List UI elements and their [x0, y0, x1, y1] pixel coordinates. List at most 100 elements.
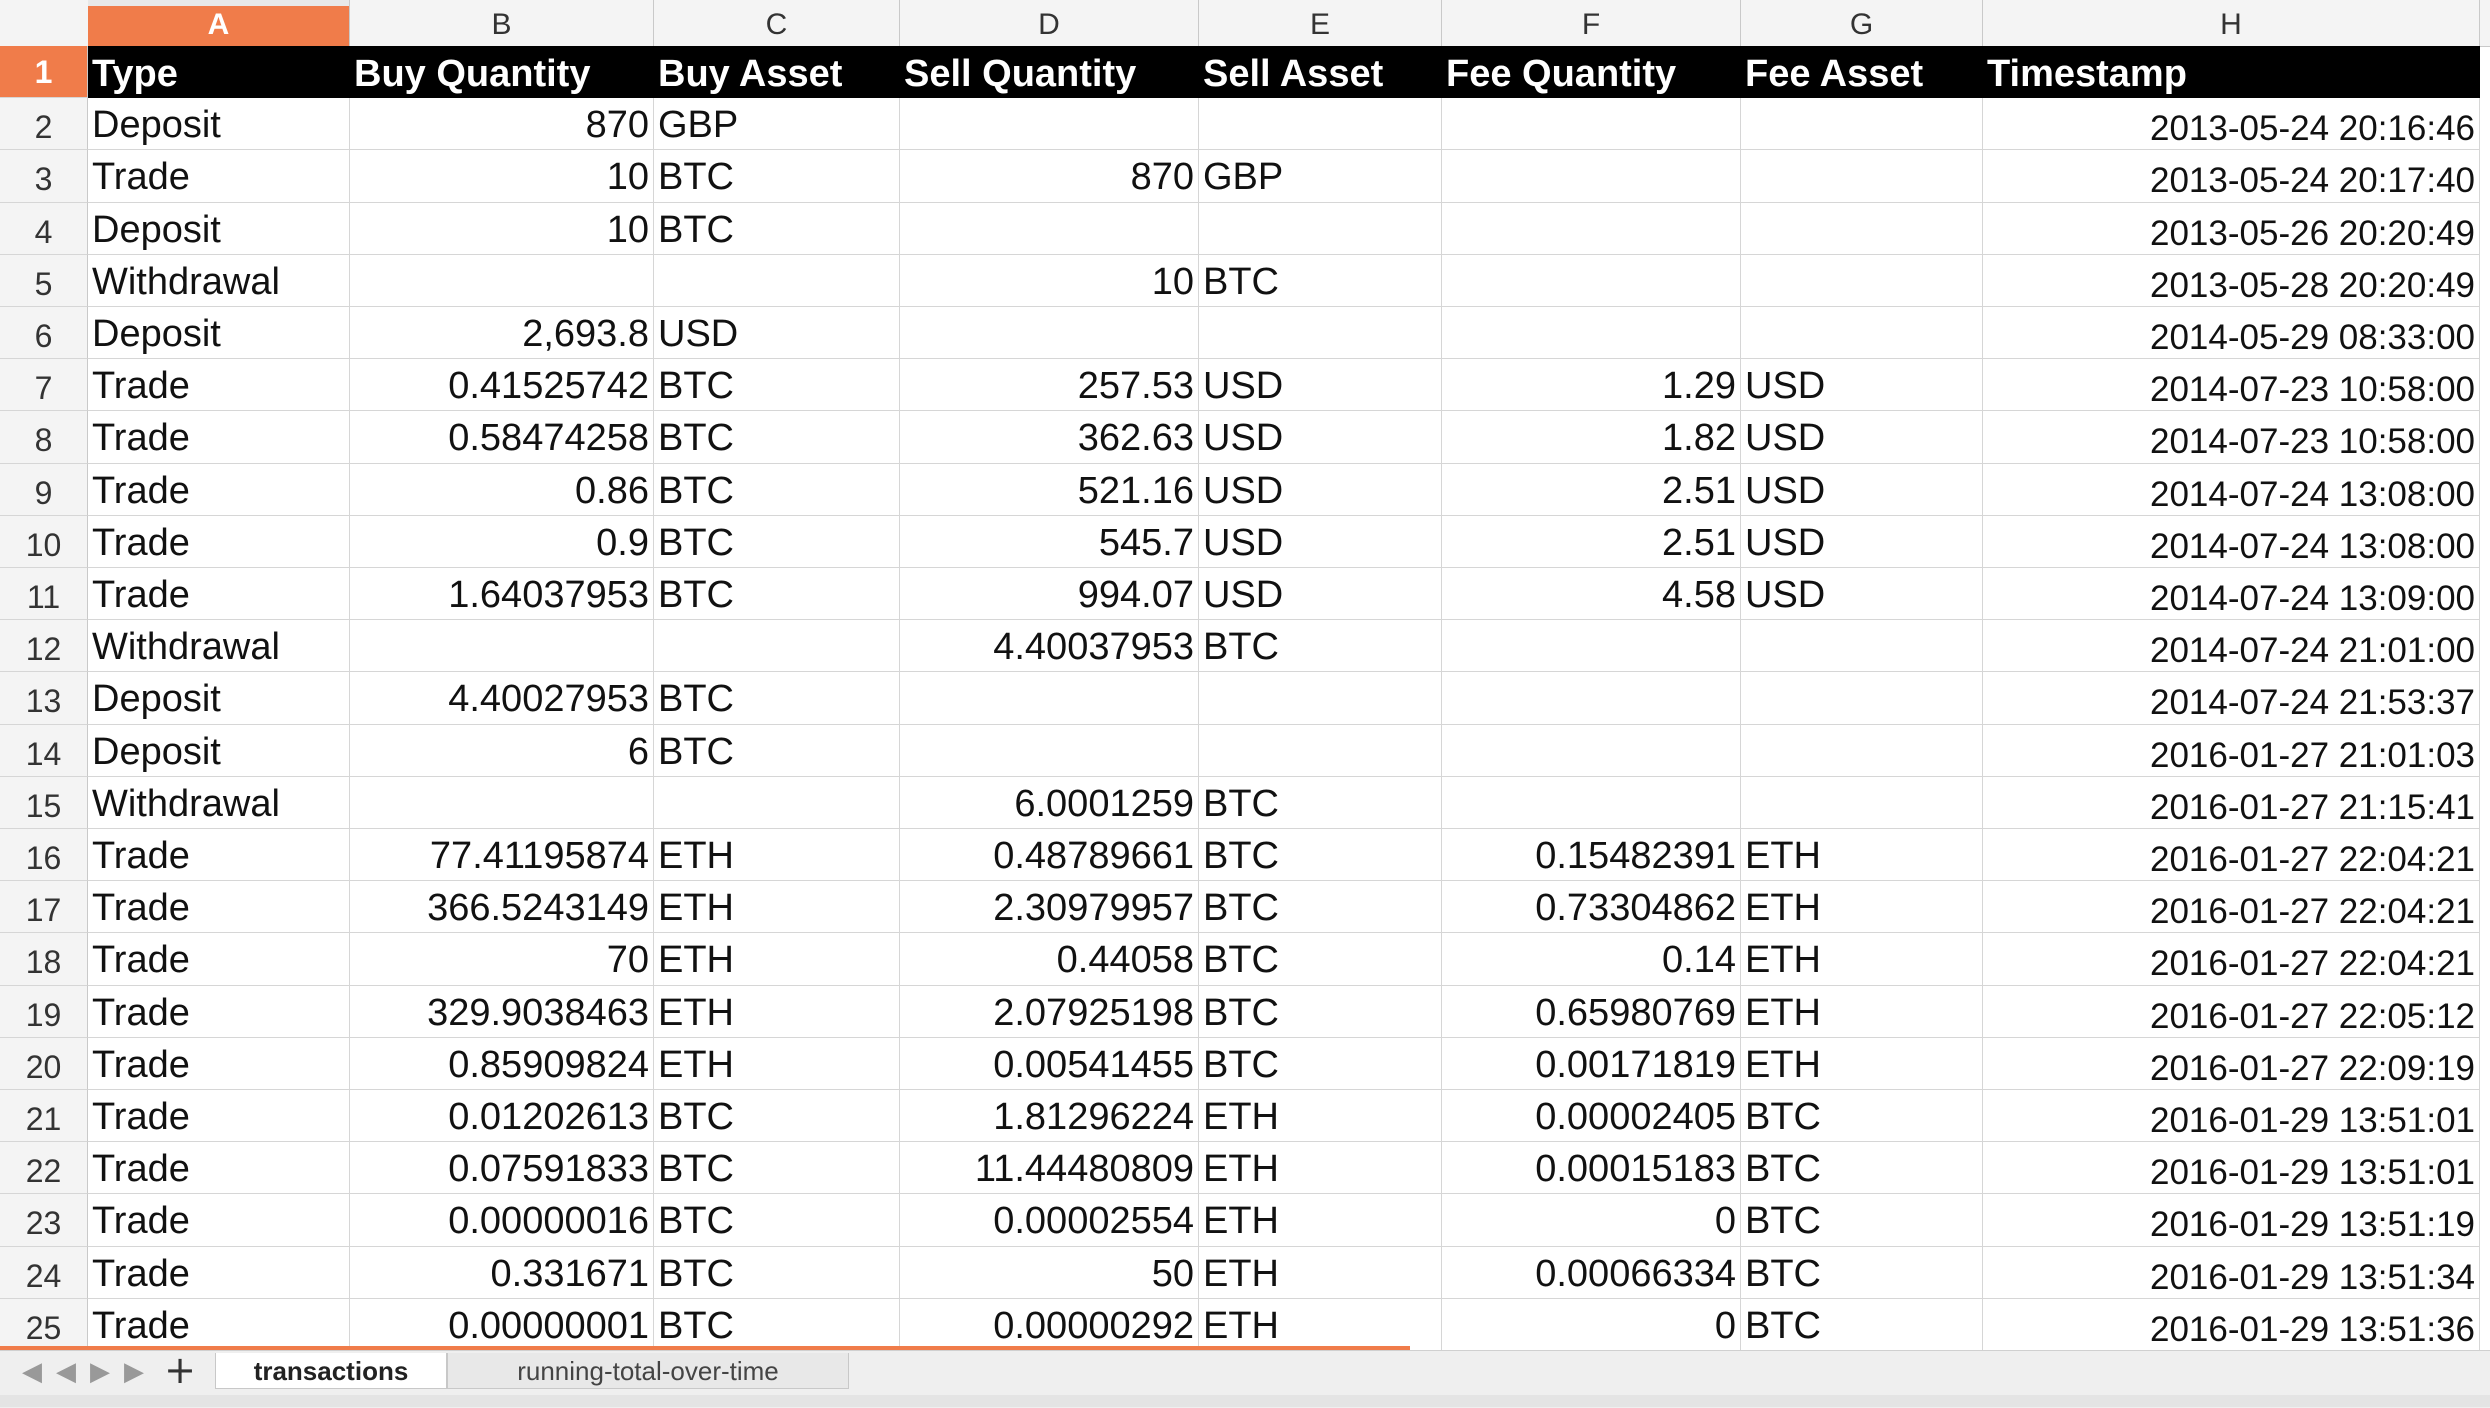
table-cell[interactable]: Trade	[88, 881, 350, 934]
table-cell[interactable]: 50	[900, 1246, 1199, 1299]
table-cell[interactable]: BTC	[1741, 1298, 1983, 1351]
row-header[interactable]: 8	[0, 411, 88, 464]
table-cell[interactable]: 11.44480809	[900, 1142, 1199, 1195]
prev-sheet-icon[interactable]: ◀	[52, 1358, 80, 1386]
column-header-c[interactable]: C	[654, 0, 900, 46]
table-cell[interactable]: BTC	[654, 202, 900, 255]
table-cell[interactable]: 2014-07-24 13:09:00	[1983, 568, 2480, 621]
row-header[interactable]: 6	[0, 307, 88, 360]
table-cell[interactable]: ETH	[1741, 881, 1983, 934]
table-cell[interactable]: 2016-01-27 22:04:21	[1983, 933, 2480, 986]
table-cell[interactable]: ETH	[1199, 1090, 1442, 1143]
table-cell[interactable]: 2016-01-29 13:51:36	[1983, 1298, 2480, 1351]
table-cell[interactable]: 0.00015183	[1442, 1142, 1741, 1195]
table-cell[interactable]	[1442, 202, 1741, 255]
table-cell[interactable]	[1199, 98, 1442, 151]
table-cell[interactable]: BTC	[1741, 1194, 1983, 1247]
table-cell[interactable]: USD	[1199, 515, 1442, 568]
table-cell[interactable]: 0.00000001	[350, 1298, 654, 1351]
table-cell[interactable]: 2014-07-23 10:58:00	[1983, 359, 2480, 412]
table-cell[interactable]: ETH	[1741, 985, 1983, 1038]
table-cell[interactable]: Withdrawal	[88, 776, 350, 829]
table-cell[interactable]	[1442, 307, 1741, 360]
table-cell[interactable]: 2.51	[1442, 463, 1741, 516]
table-cell[interactable]: 0.65980769	[1442, 985, 1741, 1038]
table-cell[interactable]	[350, 620, 654, 673]
header-cell[interactable]: Buy Quantity	[350, 46, 654, 99]
table-cell[interactable]: 2016-01-29 13:51:19	[1983, 1194, 2480, 1247]
table-cell[interactable]: BTC	[654, 568, 900, 621]
table-cell[interactable]: BTC	[1199, 829, 1442, 882]
table-cell[interactable]: 0.00002554	[900, 1194, 1199, 1247]
table-cell[interactable]: ETH	[1741, 829, 1983, 882]
table-cell[interactable]: USD	[1741, 515, 1983, 568]
table-cell[interactable]: Trade	[88, 359, 350, 412]
table-cell[interactable]: Trade	[88, 1037, 350, 1090]
table-cell[interactable]: USD	[654, 307, 900, 360]
table-cell[interactable]: Withdrawal	[88, 620, 350, 673]
table-cell[interactable]: 0	[1442, 1194, 1741, 1247]
table-cell[interactable]: 0.00541455	[900, 1037, 1199, 1090]
table-cell[interactable]: 0.00002405	[1442, 1090, 1741, 1143]
table-cell[interactable]: BTC	[654, 724, 900, 777]
table-cell[interactable]: 0.00171819	[1442, 1037, 1741, 1090]
table-cell[interactable]: 2014-07-24 21:53:37	[1983, 672, 2480, 725]
table-cell[interactable]: BTC	[1199, 254, 1442, 307]
row-header[interactable]: 1	[0, 46, 88, 99]
tab-running-total-over-time[interactable]: running-total-over-time	[447, 1353, 849, 1389]
table-cell[interactable]: Trade	[88, 515, 350, 568]
table-cell[interactable]: 2013-05-26 20:20:49	[1983, 202, 2480, 255]
table-cell[interactable]: 0.73304862	[1442, 881, 1741, 934]
table-cell[interactable]	[1741, 254, 1983, 307]
table-cell[interactable]	[1741, 202, 1983, 255]
row-header[interactable]: 9	[0, 463, 88, 516]
table-cell[interactable]: BTC	[654, 1142, 900, 1195]
table-cell[interactable]: BTC	[654, 150, 900, 203]
table-cell[interactable]	[1199, 672, 1442, 725]
table-cell[interactable]	[1199, 202, 1442, 255]
table-cell[interactable]: USD	[1199, 568, 1442, 621]
table-cell[interactable]: Trade	[88, 568, 350, 621]
table-cell[interactable]: Deposit	[88, 202, 350, 255]
table-cell[interactable]: 0.9	[350, 515, 654, 568]
table-cell[interactable]: 0.01202613	[350, 1090, 654, 1143]
table-cell[interactable]: 2013-05-28 20:20:49	[1983, 254, 2480, 307]
table-cell[interactable]	[1741, 98, 1983, 151]
table-cell[interactable]: 2013-05-24 20:17:40	[1983, 150, 2480, 203]
table-cell[interactable]: ETH	[654, 829, 900, 882]
table-cell[interactable]	[654, 776, 900, 829]
table-cell[interactable]: 2014-05-29 08:33:00	[1983, 307, 2480, 360]
table-cell[interactable]: BTC	[1741, 1090, 1983, 1143]
table-cell[interactable]: 4.40037953	[900, 620, 1199, 673]
table-cell[interactable]: USD	[1741, 359, 1983, 412]
table-cell[interactable]: 4.58	[1442, 568, 1741, 621]
table-cell[interactable]: 2016-01-29 13:51:01	[1983, 1090, 2480, 1143]
table-cell[interactable]: ETH	[1199, 1246, 1442, 1299]
table-cell[interactable]: 2013-05-24 20:16:46	[1983, 98, 2480, 151]
header-cell[interactable]: Fee Quantity	[1442, 46, 1741, 99]
table-cell[interactable]: BTC	[654, 1246, 900, 1299]
table-cell[interactable]: BTC	[1199, 881, 1442, 934]
table-cell[interactable]: 0.48789661	[900, 829, 1199, 882]
table-cell[interactable]: 0.44058	[900, 933, 1199, 986]
table-cell[interactable]: BTC	[654, 1194, 900, 1247]
table-cell[interactable]	[1741, 307, 1983, 360]
table-cell[interactable]: Deposit	[88, 98, 350, 151]
row-header[interactable]: 19	[0, 985, 88, 1038]
row-header[interactable]: 22	[0, 1142, 88, 1195]
table-cell[interactable]: Trade	[88, 463, 350, 516]
table-cell[interactable]: 0.07591833	[350, 1142, 654, 1195]
table-cell[interactable]	[1442, 724, 1741, 777]
table-cell[interactable]: BTC	[654, 672, 900, 725]
table-cell[interactable]: 2016-01-27 21:01:03	[1983, 724, 2480, 777]
table-cell[interactable]: BTC	[654, 515, 900, 568]
first-sheet-icon[interactable]: ◀	[18, 1358, 46, 1386]
table-cell[interactable]: 1.82	[1442, 411, 1741, 464]
table-cell[interactable]	[900, 724, 1199, 777]
row-header[interactable]: 21	[0, 1090, 88, 1143]
table-cell[interactable]	[1741, 150, 1983, 203]
row-header[interactable]: 2	[0, 98, 88, 151]
table-cell[interactable]	[350, 776, 654, 829]
header-cell[interactable]: Buy Asset	[654, 46, 900, 99]
table-cell[interactable]: BTC	[654, 1090, 900, 1143]
